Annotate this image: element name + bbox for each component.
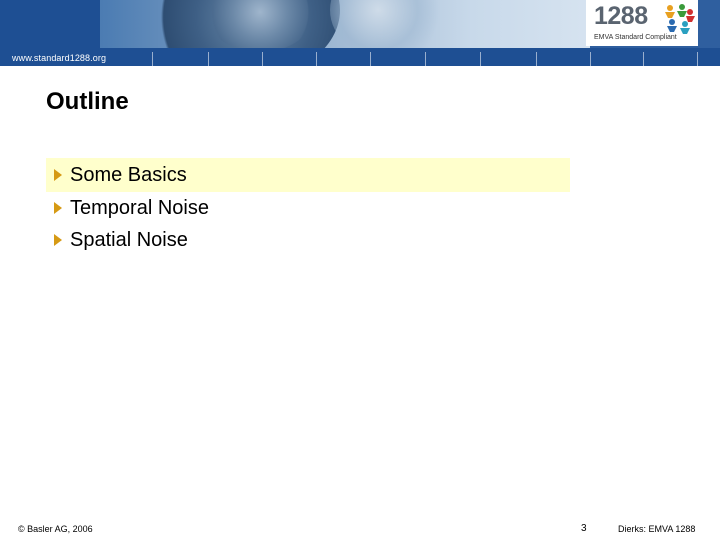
bullet-label: Some Basics	[70, 163, 187, 186]
logo-number: 1288	[594, 2, 648, 30]
arrow-bullet-icon	[54, 202, 62, 214]
footer-author: Dierks: EMVA 1288	[618, 524, 696, 534]
logo-figures-icon	[665, 4, 695, 34]
header-ticks	[0, 48, 720, 66]
page-number: 3	[581, 523, 587, 534]
slide-title: Outline	[46, 88, 129, 115]
bullet-item: Spatial Noise	[46, 224, 570, 256]
header-banner: www.standard1288.org 1288 EMVA Standard …	[0, 0, 720, 66]
bullet-item: Some Basics	[46, 158, 570, 192]
bullet-label: Temporal Noise	[70, 196, 209, 219]
logo-subtitle: EMVA Standard Compliant	[594, 34, 677, 41]
emva-logo: 1288 EMVA Standard Compliant	[586, 0, 698, 46]
bullet-item: Temporal Noise	[46, 192, 570, 224]
arrow-bullet-icon	[54, 234, 62, 246]
footer-copyright: © Basler AG, 2006	[18, 524, 93, 534]
arrow-bullet-icon	[54, 169, 62, 181]
bullet-label: Spatial Noise	[70, 228, 188, 251]
bullet-list: Some Basics Temporal Noise Spatial Noise	[46, 158, 570, 256]
website-url[interactable]: www.standard1288.org	[12, 53, 106, 63]
